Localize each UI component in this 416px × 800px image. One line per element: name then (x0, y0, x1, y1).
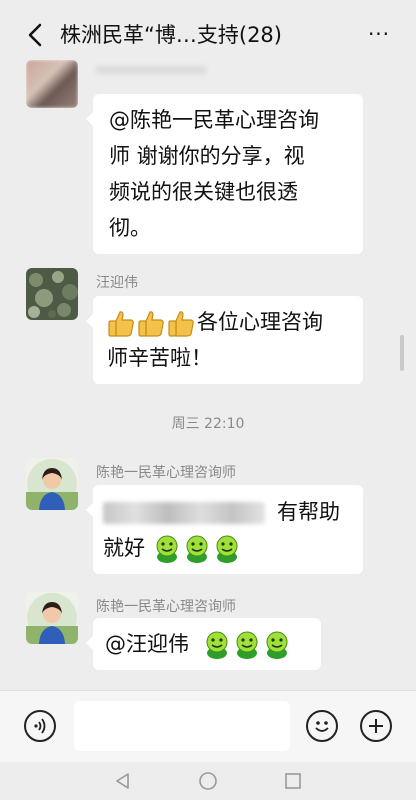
back-arrow-icon[interactable] (24, 22, 46, 48)
sender-name: 陈艳一民革心理咨询师 (96, 465, 236, 481)
sender-name: 陈艳一民革心理咨询师 (96, 599, 236, 615)
thumbs-up-icon (137, 308, 165, 338)
system-navigation-bar (0, 762, 416, 800)
green-smiley-icon (154, 534, 180, 564)
input-bar (0, 690, 416, 763)
message-bubble[interactable]: 有帮助 就好 (86, 485, 363, 574)
avatar[interactable] (26, 60, 78, 108)
add-icon[interactable] (360, 710, 392, 742)
message-input[interactable] (74, 701, 290, 751)
chat-title: 株洲民革“博…支持(28) (60, 23, 282, 47)
message-bubble[interactable]: @陈艳一民革心理咨询 师 谢谢你的分享，视 频说的很关键也很透 彻。 (86, 94, 363, 254)
chat-header: 株洲民革“博…支持(28) ··· (0, 0, 416, 66)
nav-back-icon[interactable] (114, 772, 132, 790)
sender-name: 汪迎伟 (96, 275, 138, 291)
nav-home-icon[interactable] (198, 771, 218, 791)
green-smiley-icon (264, 630, 290, 660)
avatar[interactable] (26, 458, 78, 510)
message-text-line: 师 谢谢你的分享，视 (109, 144, 305, 168)
timestamp: 周三 22:10 (171, 416, 245, 432)
message-text: 各位心理咨询 (197, 310, 323, 334)
message-text-line: 就好 (103, 530, 349, 566)
green-smiley-icon (234, 630, 260, 660)
sender-name (96, 62, 206, 78)
avatar[interactable] (26, 268, 78, 320)
thumbs-up-icon (107, 308, 135, 338)
more-options-icon[interactable]: ··· (364, 24, 394, 44)
avatar[interactable] (26, 592, 78, 644)
nav-recents-icon[interactable] (284, 772, 302, 790)
message-text-line: 师辛苦啦！ (107, 346, 212, 370)
green-smiley-icon (184, 534, 210, 564)
message-text-line: @陈艳一民革心理咨询 (109, 108, 319, 132)
message-text: @汪迎伟 (105, 632, 189, 656)
voice-icon[interactable] (24, 710, 56, 742)
message-bubble[interactable]: 各位心理咨询 师辛苦啦！ (86, 296, 363, 384)
emoji-icon[interactable] (306, 710, 338, 742)
thumbs-up-icon (167, 308, 195, 338)
message-text-line: 各位心理咨询 (107, 304, 349, 340)
message-text: 有帮助 (277, 500, 340, 524)
message-text-line: @汪迎伟 (105, 626, 311, 662)
green-smiley-icon (214, 534, 240, 564)
message-text: 就好 (103, 536, 145, 560)
scrollbar[interactable] (400, 335, 404, 371)
message-text-line: 有帮助 (103, 494, 349, 530)
message-bubble[interactable]: @汪迎伟 (86, 618, 321, 670)
blurred-text (103, 502, 265, 524)
message-text-line: 频说的很关键也很透 (109, 180, 298, 204)
green-smiley-icon (204, 630, 230, 660)
message-text-line: 彻。 (109, 216, 151, 240)
